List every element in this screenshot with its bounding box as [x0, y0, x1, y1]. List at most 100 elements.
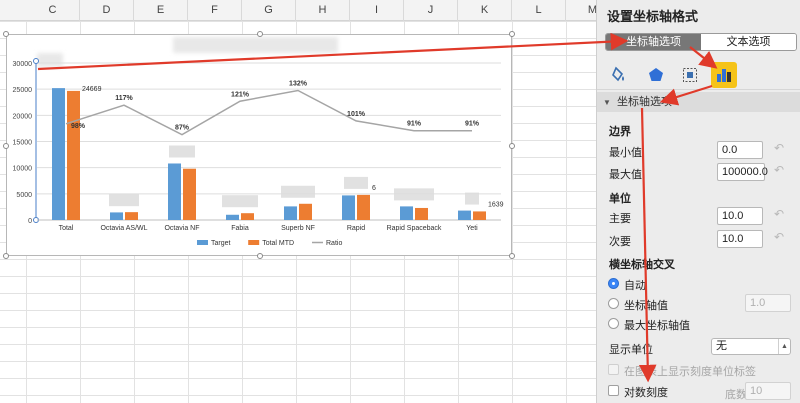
- category-label: Superb NF: [281, 225, 315, 232]
- min-label: 最小值: [609, 147, 642, 159]
- grid-hline: [0, 378, 596, 379]
- y-tick-label: 30000: [13, 61, 33, 68]
- data-label: 1639: [488, 201, 504, 208]
- column-header-j[interactable]: J: [404, 0, 458, 21]
- cross-axis-value-field[interactable]: 1.0: [745, 294, 791, 312]
- max-field[interactable]: 100000.0: [717, 163, 768, 181]
- data-label: 6: [372, 185, 376, 192]
- cross-auto-label[interactable]: 自动: [624, 277, 646, 293]
- resize-handle-ml[interactable]: [3, 143, 9, 149]
- legend-swatch: [248, 240, 260, 245]
- resize-handle-tr[interactable]: [509, 31, 515, 37]
- resize-handle-bm[interactable]: [257, 253, 263, 259]
- legend-label: Total MTD: [262, 240, 294, 247]
- size-properties-icon[interactable]: [677, 62, 703, 88]
- chart-object[interactable]: 0 5000 10000 15000 20000 25000 30000 24669 98% 11…: [3, 31, 515, 259]
- obscured-label: [394, 188, 434, 201]
- show-units-checkbox[interactable]: [608, 364, 619, 375]
- bar-target: [400, 206, 413, 220]
- cross-axis-value-radio[interactable]: [608, 298, 619, 309]
- column-header-l[interactable]: L: [512, 0, 566, 21]
- grid-hline: [0, 293, 596, 294]
- bar-total-mtd: [357, 194, 370, 220]
- axis-options-icon[interactable]: [711, 62, 737, 88]
- obscured-label: [465, 192, 479, 205]
- y-tick-label: 25000: [13, 87, 33, 94]
- cross-max-radio[interactable]: [608, 318, 619, 329]
- max-reset-icon[interactable]: ↶: [774, 163, 784, 177]
- bar-target: [458, 210, 471, 220]
- min-reset-icon[interactable]: ↶: [774, 141, 784, 155]
- bar-total-mtd: [415, 207, 428, 220]
- legend-label: Ratio: [326, 240, 342, 247]
- bar-total-mtd: [183, 168, 196, 220]
- cross-max-label[interactable]: 最大坐标轴值: [624, 317, 690, 333]
- tab-text-options[interactable]: 文本选项: [701, 34, 796, 50]
- column-header-i[interactable]: I: [350, 0, 404, 21]
- show-units-label: 在图表上显示刻度单位标签: [624, 366, 756, 378]
- data-label: 101%: [347, 111, 366, 118]
- column-header-c[interactable]: C: [26, 0, 80, 21]
- major-field[interactable]: 10.0: [717, 207, 763, 225]
- category-label: Octavia NF: [164, 225, 199, 232]
- grid-hline: [0, 276, 596, 277]
- resize-handle-br[interactable]: [509, 253, 515, 259]
- base-field[interactable]: 10: [745, 382, 791, 400]
- column-header-h[interactable]: H: [296, 0, 350, 21]
- column-header-e[interactable]: E: [134, 0, 188, 21]
- y-tick-label: 15000: [13, 140, 33, 147]
- minor-reset-icon[interactable]: ↶: [774, 230, 784, 244]
- display-units-label: 显示单位: [609, 344, 653, 356]
- grid-hline: [0, 327, 596, 328]
- cross-heading: 横坐标轴交叉: [609, 259, 675, 271]
- combo-chart[interactable]: 0 5000 10000 15000 20000 25000 30000 24669 98% 11…: [7, 35, 513, 257]
- obscured-label: [109, 194, 139, 207]
- minor-field[interactable]: 10.0: [717, 230, 763, 248]
- collapse-triangle-icon: ▼: [603, 98, 611, 107]
- column-header-m[interactable]: M: [566, 0, 596, 21]
- grid-hline: [0, 395, 596, 396]
- column-header-row: CDEFGHIJKLM: [0, 0, 596, 21]
- display-units-select[interactable]: 无 ▲: [711, 338, 791, 355]
- grid-vline: [566, 21, 567, 403]
- bar-target: [226, 214, 239, 220]
- cross-axis-value-label[interactable]: 坐标轴值: [624, 297, 668, 313]
- log-scale-checkbox[interactable]: [608, 385, 619, 396]
- data-label: 87%: [175, 125, 190, 132]
- grid-hline: [0, 361, 596, 362]
- column-header-d[interactable]: D: [80, 0, 134, 21]
- y-tick-label: 20000: [13, 113, 33, 120]
- column-header-f[interactable]: F: [188, 0, 242, 21]
- min-field[interactable]: 0.0: [717, 141, 763, 159]
- section-title: 坐标轴选项: [616, 96, 672, 108]
- log-scale-label[interactable]: 对数刻度: [624, 384, 668, 400]
- axis-options-section-header[interactable]: ▼ 坐标轴选项: [597, 92, 800, 112]
- major-reset-icon[interactable]: ↶: [774, 207, 784, 221]
- y-tick-label: 10000: [13, 166, 33, 173]
- resize-handle-tl[interactable]: [3, 31, 9, 37]
- effects-icon[interactable]: [643, 62, 669, 88]
- obscured-label: [169, 145, 195, 158]
- resize-handle-mr[interactable]: [509, 143, 515, 149]
- major-label: 主要: [609, 213, 631, 225]
- column-header-k[interactable]: K: [458, 0, 512, 21]
- category-label: Rapid: [347, 225, 365, 232]
- cross-auto-radio[interactable]: [608, 278, 619, 289]
- bar-total-mtd: [67, 90, 80, 220]
- data-label: 24669: [82, 86, 102, 93]
- column-header-g[interactable]: G: [242, 0, 296, 21]
- chevron-down-icon: ▲: [778, 339, 790, 354]
- bar-total-mtd: [473, 211, 486, 220]
- bar-total-mtd: [125, 212, 138, 220]
- grid-hline: [0, 344, 596, 345]
- data-label: 91%: [407, 121, 422, 128]
- max-label: 最大值: [609, 169, 642, 181]
- format-axis-panel: 设置坐标轴格式 坐标轴选项 文本选项 ▼ 坐标轴选项 边界 最小值 0.0 ↶ …: [596, 0, 800, 403]
- tab-axis-options[interactable]: 坐标轴选项: [606, 34, 701, 50]
- bar-target: [342, 195, 355, 220]
- category-label: Yeti: [466, 225, 478, 232]
- resize-handle-bl[interactable]: [3, 253, 9, 259]
- category-label: Fabia: [231, 225, 249, 232]
- resize-handle-tm[interactable]: [257, 31, 263, 37]
- fill-line-icon[interactable]: [607, 62, 633, 88]
